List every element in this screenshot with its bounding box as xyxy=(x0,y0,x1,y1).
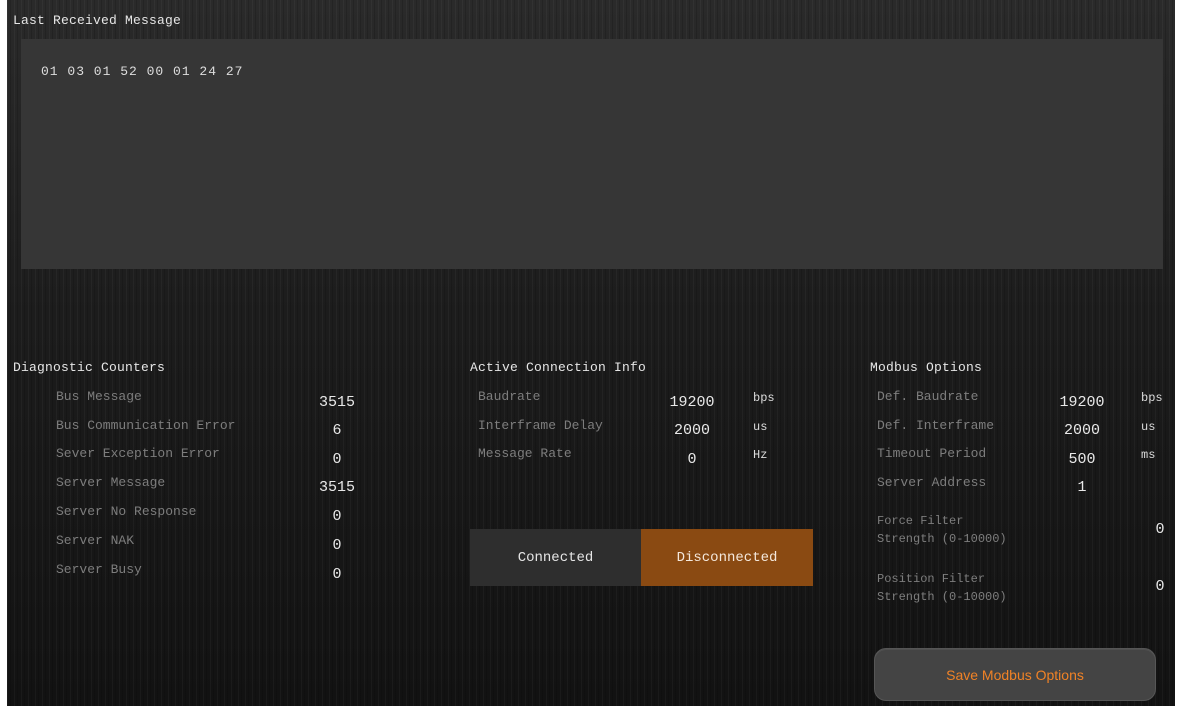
diag-value-bus-message: 3515 xyxy=(318,394,355,411)
modbus-options-title: Modbus Options xyxy=(870,360,983,375)
save-modbus-options-button[interactable]: Save Modbus Options xyxy=(874,648,1156,701)
position-filter-label-line1: Position Filter xyxy=(877,572,986,586)
diag-label-bus-comm-error: Bus Communication Error xyxy=(56,418,236,433)
modbus-label-def-interframe: Def. Interframe xyxy=(877,418,995,433)
diag-value-server-no-response: 0 xyxy=(332,508,342,525)
diag-value-bus-comm-error: 6 xyxy=(332,422,342,439)
diag-value-server-busy: 0 xyxy=(332,566,342,583)
conn-label-baudrate: Baudrate xyxy=(478,389,541,404)
modbus-panel: Last Received Message 01 03 01 52 00 01 … xyxy=(7,0,1175,706)
modbus-label-def-baudrate: Def. Baudrate xyxy=(877,389,979,404)
modbus-label-timeout-period: Timeout Period xyxy=(877,446,987,461)
modbus-value-server-address[interactable]: 1 xyxy=(1047,479,1117,496)
modbus-value-timeout-period[interactable]: 500 xyxy=(1047,451,1117,468)
force-filter-value[interactable]: 0 xyxy=(1145,521,1175,538)
diag-label-server-exception-error: Sever Exception Error xyxy=(56,446,220,461)
last-message-title: Last Received Message xyxy=(13,13,182,28)
last-message-box: 01 03 01 52 00 01 24 27 xyxy=(21,39,1163,269)
modbus-unit-def-baudrate: bps xyxy=(1141,391,1163,405)
conn-unit-interframe-delay: us xyxy=(753,420,768,434)
modbus-value-def-interframe[interactable]: 2000 xyxy=(1047,422,1117,439)
conn-unit-baudrate: bps xyxy=(753,391,775,405)
modbus-label-server-address: Server Address xyxy=(877,475,987,490)
diag-label-bus-message: Bus Message xyxy=(56,389,142,404)
modbus-unit-timeout-period: ms xyxy=(1141,448,1156,462)
conn-value-interframe-delay: 2000 xyxy=(673,422,710,439)
diag-label-server-no-response: Server No Response xyxy=(56,504,197,519)
disconnected-button[interactable]: Disconnected xyxy=(641,529,813,586)
connected-button[interactable]: Connected xyxy=(470,529,641,586)
force-filter-label-line2: Strength (0-10000) xyxy=(877,532,1007,546)
connection-info-title: Active Connection Info xyxy=(470,360,647,375)
conn-label-message-rate: Message Rate xyxy=(478,446,572,461)
diag-label-server-nak: Server NAK xyxy=(56,533,135,548)
conn-label-interframe-delay: Interframe Delay xyxy=(478,418,603,433)
modbus-value-def-baudrate[interactable]: 19200 xyxy=(1047,394,1117,411)
position-filter-label-line2: Strength (0-10000) xyxy=(877,590,1007,604)
last-message-content: 01 03 01 52 00 01 24 27 xyxy=(41,64,244,79)
position-filter-value[interactable]: 0 xyxy=(1145,578,1175,595)
position-filter-label: Position Filter Strength (0-10000) xyxy=(877,570,1007,606)
diag-value-server-nak: 0 xyxy=(332,537,342,554)
conn-unit-message-rate: Hz xyxy=(753,448,768,462)
modbus-unit-def-interframe: us xyxy=(1141,420,1156,434)
diag-label-server-busy: Server Busy xyxy=(56,562,142,577)
conn-value-baudrate: 19200 xyxy=(669,394,715,411)
force-filter-label: Force Filter Strength (0-10000) xyxy=(877,512,1007,548)
diag-value-server-message: 3515 xyxy=(318,479,355,496)
diag-value-server-exception-error: 0 xyxy=(332,451,342,468)
connection-state-toggle: Connected Disconnected xyxy=(470,529,813,586)
force-filter-label-line1: Force Filter xyxy=(877,514,964,528)
diag-label-server-message: Server Message xyxy=(56,475,166,490)
conn-value-message-rate: 0 xyxy=(687,451,697,468)
diagnostic-counters-title: Diagnostic Counters xyxy=(13,360,166,375)
